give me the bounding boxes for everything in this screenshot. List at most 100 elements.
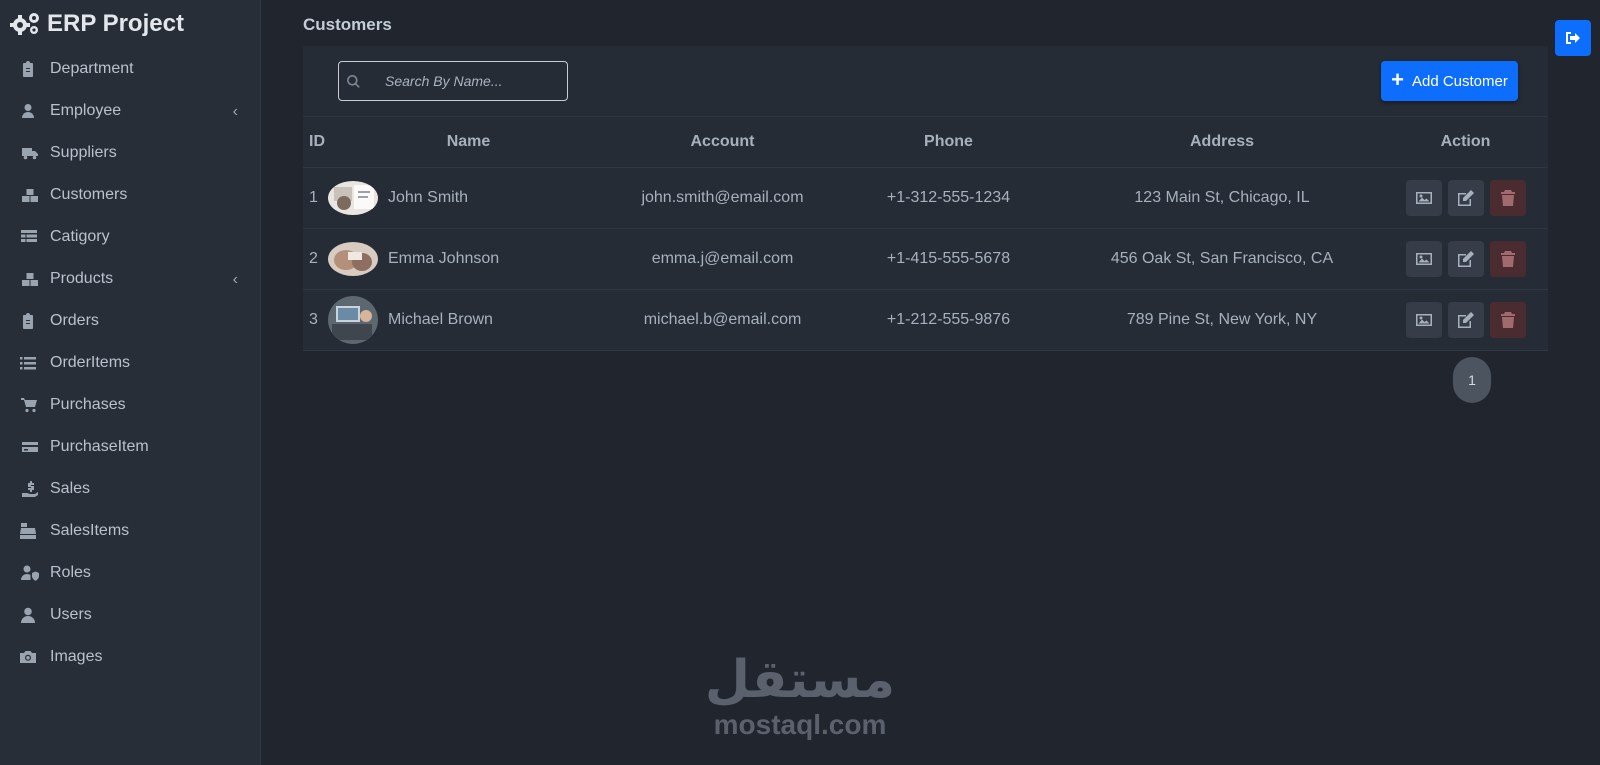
edit-icon — [1457, 189, 1474, 206]
plus-icon: + — [1391, 67, 1404, 92]
cell-account: michael.b@email.com — [643, 310, 802, 328]
cell-address: 789 Pine St, New York, NY — [1126, 310, 1318, 328]
view-image-button[interactable] — [1405, 240, 1442, 277]
column-header-phone[interactable]: Phone — [836, 117, 1061, 167]
pagination-page-1[interactable]: 1 — [1453, 357, 1491, 403]
cell-id: 2 — [309, 249, 318, 267]
sign-out-icon — [1566, 32, 1580, 44]
sidebar-item-users[interactable]: Users — [0, 594, 260, 636]
logout-button[interactable] — [1555, 20, 1591, 56]
sidebar-item-label: Department — [50, 60, 134, 77]
user-icon — [20, 606, 44, 624]
user-tie-icon — [20, 102, 44, 120]
column-header-address[interactable]: Address — [1061, 117, 1383, 167]
image-icon — [1415, 252, 1432, 265]
cell-address: 456 Oak St, San Francisco, CA — [1110, 249, 1334, 267]
column-header-name[interactable]: Name — [328, 117, 609, 167]
delete-button[interactable] — [1489, 301, 1526, 338]
cell-address: 123 Main St, Chicago, IL — [1134, 188, 1310, 206]
truck-icon — [20, 144, 44, 162]
sidebar-item-orders[interactable]: Orders — [0, 300, 260, 342]
sidebar-item-suppliers[interactable]: Suppliers — [0, 132, 260, 174]
column-header-account[interactable]: Account — [609, 117, 836, 167]
sidebar-item-employee[interactable]: Employee ‹ — [0, 90, 260, 132]
cell-id: 1 — [309, 188, 318, 206]
chevron-left-icon[interactable]: ‹ — [233, 271, 238, 289]
sidebar-item-purchases[interactable]: Purchases — [0, 384, 260, 426]
add-customer-button[interactable]: + Add Customer — [1381, 61, 1518, 101]
edit-button[interactable] — [1447, 179, 1484, 216]
page-title: Customers — [303, 15, 392, 34]
clipboard-icon — [20, 312, 44, 330]
sidebar-item-label: Suppliers — [50, 144, 117, 161]
sidebar-item-roles[interactable]: Roles — [0, 552, 260, 594]
sidebar-item-orderitems[interactable]: OrderItems — [0, 342, 260, 384]
sidebar-item-label: PurchaseItem — [50, 438, 149, 455]
search-box[interactable] — [338, 61, 568, 101]
cart-icon — [20, 396, 44, 414]
sidebar-item-label: Employee — [50, 102, 122, 119]
sidebar-item-products[interactable]: Products ‹ — [0, 258, 260, 300]
table-row: 1 John Smith john.smith@email.com +1-312… — [303, 167, 1548, 228]
boxes-icon — [20, 186, 44, 204]
delete-button[interactable] — [1489, 179, 1526, 216]
search-input[interactable] — [385, 62, 565, 100]
edit-icon — [1457, 311, 1474, 328]
column-header-id[interactable]: ID — [303, 117, 328, 167]
brand[interactable]: ERP Project — [9, 9, 184, 39]
search-icon — [347, 75, 360, 88]
sidebar-item-label: Orders — [50, 312, 99, 329]
customers-table: ID Name Account Phone Address Action 1 J… — [303, 117, 1548, 351]
cell-name: Emma Johnson — [328, 228, 609, 289]
avatar[interactable] — [328, 180, 378, 215]
add-customer-label: Add Customer — [1411, 72, 1508, 90]
gears-icon — [10, 13, 39, 35]
edit-button[interactable] — [1447, 240, 1484, 277]
image-icon — [1415, 313, 1432, 326]
watermark-arabic: مستقل — [704, 650, 896, 710]
table-toolbar: + Add Customer — [303, 46, 1548, 117]
sidebar-item-sales[interactable]: Sales — [0, 468, 260, 510]
cell-account: emma.j@email.com — [651, 249, 794, 267]
sidebar-item-label: Images — [50, 648, 103, 665]
sidebar-item-label: Customers — [50, 186, 128, 203]
sidebar-item-label: SalesItems — [50, 522, 130, 539]
sidebar-item-label: Sales — [50, 480, 91, 497]
trash-icon — [1500, 250, 1515, 267]
cell-name: Michael Brown — [328, 289, 609, 350]
image-icon — [1415, 191, 1432, 204]
cell-id: 3 — [309, 310, 318, 328]
table-row: 3 Michael Brown michael.b@email.com +1-2… — [303, 289, 1548, 350]
sidebar-item-label: Roles — [50, 564, 91, 581]
trash-icon — [1500, 189, 1515, 206]
customer-name: Emma Johnson — [388, 249, 500, 267]
view-image-button[interactable] — [1405, 301, 1442, 338]
sidebar-item-salesitems[interactable]: SalesItems — [0, 510, 260, 552]
sidebar-item-images[interactable]: Images — [0, 636, 260, 678]
sidebar-nav: Department Employee ‹ Suppliers Customer… — [0, 48, 260, 678]
sidebar: ERP Project Department Employee ‹ Suppli… — [0, 0, 261, 765]
camera-icon — [20, 648, 44, 666]
credit-card-icon — [20, 438, 44, 456]
sidebar-item-label: Catigory — [50, 228, 110, 245]
sidebar-item-catigory[interactable]: Catigory — [0, 216, 260, 258]
avatar[interactable] — [328, 295, 378, 344]
sidebar-item-customers[interactable]: Customers — [0, 174, 260, 216]
customer-name: Michael Brown — [388, 310, 493, 328]
delete-button[interactable] — [1489, 240, 1526, 277]
cell-actions — [1383, 167, 1548, 228]
chevron-left-icon[interactable]: ‹ — [233, 103, 238, 121]
sidebar-item-purchaseitem[interactable]: PurchaseItem — [0, 426, 260, 468]
edit-button[interactable] — [1447, 301, 1484, 338]
view-image-button[interactable] — [1405, 179, 1442, 216]
brand-title: ERP Project — [47, 10, 184, 37]
cell-phone: +1-212-555-9876 — [886, 310, 1011, 328]
boxes-icon — [20, 270, 44, 288]
avatar[interactable] — [328, 241, 378, 276]
sidebar-item-label: OrderItems — [50, 354, 131, 371]
table-icon — [20, 228, 44, 246]
edit-icon — [1457, 250, 1474, 267]
list-icon — [20, 354, 44, 372]
sidebar-item-department[interactable]: Department — [0, 48, 260, 90]
table-row: 2 Emma Johnson emma.j@email.com +1-415-5… — [303, 228, 1548, 289]
